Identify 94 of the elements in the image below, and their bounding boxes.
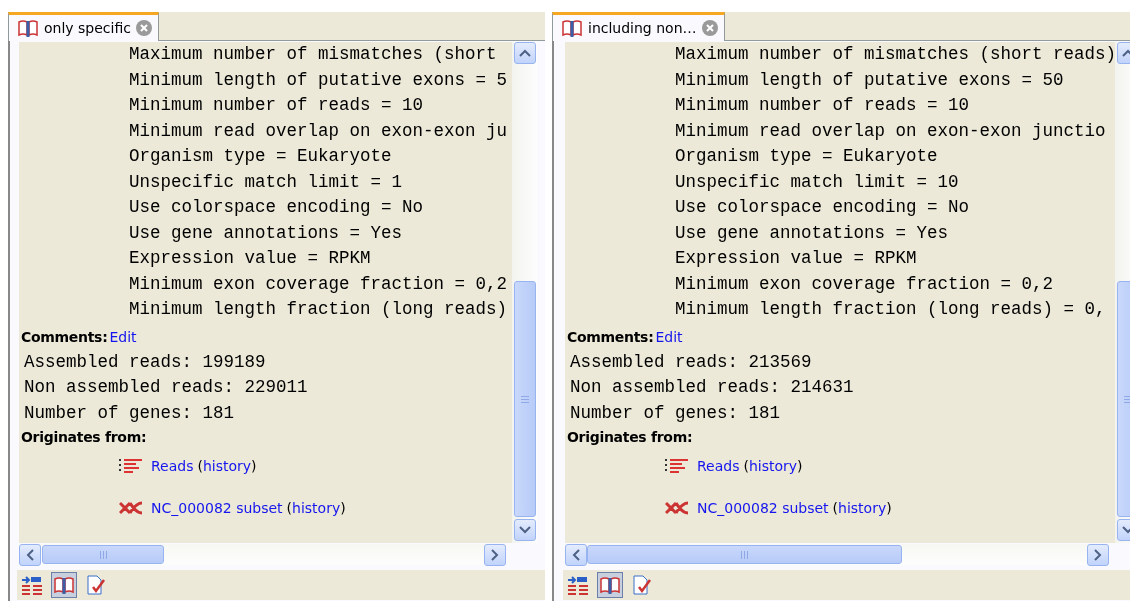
bracket-text: ( xyxy=(197,458,203,474)
edit-link[interactable]: Edit xyxy=(655,328,683,345)
history-link[interactable]: history xyxy=(748,458,798,474)
source-link[interactable]: NC_000082 subset xyxy=(697,500,829,516)
parameter-line: Organism type = Eukaryote xyxy=(675,145,939,168)
bracket-text: ) xyxy=(251,458,257,474)
document-tab[interactable]: including non… xyxy=(552,12,725,41)
crossed-strands-icon xyxy=(665,501,689,515)
scroll-down-button[interactable] xyxy=(513,519,536,541)
parameter-line: Unspecific match limit = 1 xyxy=(129,170,404,194)
statistic-line: Non assembled reads: 214631 xyxy=(570,376,855,399)
history-link[interactable]: history xyxy=(292,500,341,516)
statistic-line: Non assembled reads: 229011 xyxy=(24,376,309,399)
bracket-text: ( xyxy=(743,458,749,474)
list-icon xyxy=(665,458,689,474)
edit-link[interactable]: Edit xyxy=(109,328,137,345)
chevron-right-icon xyxy=(1094,548,1102,561)
scroll-left-button[interactable] xyxy=(19,543,41,566)
toolbar-button[interactable] xyxy=(51,572,77,598)
chevron-down-icon xyxy=(1121,526,1130,534)
scrollbar-thumb[interactable] xyxy=(513,281,536,517)
book-icon xyxy=(599,576,621,594)
book-icon xyxy=(17,19,39,37)
scroll-right-button[interactable] xyxy=(484,543,506,566)
document-tab[interactable]: only specific xyxy=(8,12,159,41)
originates-label: Originates from: xyxy=(21,429,148,445)
document-check-icon xyxy=(632,575,652,595)
tab-label: including non… xyxy=(588,20,697,36)
tab-label: only specific xyxy=(44,20,131,36)
scrollbar-thumb[interactable] xyxy=(42,545,164,564)
grip-icon xyxy=(741,550,748,559)
chevron-right-icon xyxy=(491,548,499,561)
crossed-strands-icon xyxy=(119,501,143,515)
parameter-line: Minimum number of reads = 10 xyxy=(129,94,425,117)
source-link[interactable]: Reads xyxy=(697,458,740,474)
chevron-left-icon xyxy=(26,548,34,561)
chevron-up-icon xyxy=(1121,49,1130,57)
bracket-text: ) xyxy=(886,500,892,516)
horizontal-scrollbar[interactable] xyxy=(19,544,506,565)
statistic-line: Assembled reads: 199189 xyxy=(24,350,267,374)
grip-icon xyxy=(99,550,107,559)
parameter-line: Use colorspace encoding = No xyxy=(675,196,971,219)
close-icon[interactable] xyxy=(701,20,718,36)
book-icon xyxy=(561,19,583,37)
originates-label: Originates from: xyxy=(567,429,694,445)
bracket-text: ) xyxy=(797,458,803,474)
parameter-line: Minimum read overlap on exon-exon junctio xyxy=(675,119,1107,143)
parameter-line: Minimum number of reads = 10 xyxy=(675,94,971,117)
chevron-left-icon xyxy=(572,548,580,561)
tree-structure-icon xyxy=(21,575,43,595)
scrollbar-thumb[interactable] xyxy=(587,545,902,564)
history-link[interactable]: history xyxy=(202,458,252,474)
chevron-down-icon xyxy=(518,526,531,534)
bracket-text: ) xyxy=(340,500,346,516)
history-link[interactable]: history xyxy=(838,500,887,516)
scroll-up-button[interactable] xyxy=(513,42,536,64)
horizontal-scrollbar[interactable] xyxy=(565,544,1109,565)
parameter-line: Unspecific match limit = 10 xyxy=(675,170,960,194)
tree-structure-icon xyxy=(567,575,589,595)
statistic-line: Number of genes: 181 xyxy=(24,401,236,425)
grip-icon xyxy=(520,395,529,403)
parameter-line: Use colorspace encoding = No xyxy=(129,196,425,219)
parameter-line: Minimum length fraction (long reads) = 0, xyxy=(675,298,1107,321)
bracket-text: ( xyxy=(286,500,293,516)
scroll-right-button[interactable] xyxy=(1087,543,1109,566)
parameter-line: Use gene annotations = Yes xyxy=(675,221,950,245)
parameter-line: Use gene annotations = Yes xyxy=(129,221,404,245)
parameter-line: Expression value = RPKM xyxy=(129,247,372,270)
parameter-line: Expression value = RPKM xyxy=(675,247,918,270)
vertical-scrollbar[interactable] xyxy=(512,42,537,543)
source-link[interactable]: Reads xyxy=(151,458,194,474)
source-link[interactable]: NC_000082 subset xyxy=(151,500,283,516)
parameter-line: Minimum length fraction (long reads) xyxy=(129,298,509,321)
parameter-line: Minimum length of putative exons = 5 xyxy=(129,68,509,92)
chevron-up-icon xyxy=(518,49,531,57)
close-icon[interactable] xyxy=(135,20,152,36)
parameter-line: Maximum number of mismatches (short reads) xyxy=(675,43,1115,66)
comments-label: Comments: xyxy=(567,328,654,345)
parameter-line: Minimum length of putative exons = 50 xyxy=(675,68,1065,92)
parameter-line: Maximum number of mismatches (short xyxy=(129,43,498,66)
document-check-icon xyxy=(86,575,106,595)
grip-icon xyxy=(1123,395,1130,403)
parameter-line: Minimum exon coverage fraction = 0,2 xyxy=(129,272,509,296)
scroll-left-button[interactable] xyxy=(565,543,587,566)
parameter-line: Minimum exon coverage fraction = 0,2 xyxy=(675,272,1055,296)
comments-label: Comments: xyxy=(21,328,108,345)
toolbar-button[interactable] xyxy=(597,572,623,598)
statistic-line: Number of genes: 181 xyxy=(570,401,782,425)
statistic-line: Assembled reads: 213569 xyxy=(570,350,813,374)
parameter-line: Minimum read overlap on exon-exon ju xyxy=(129,119,509,143)
book-icon xyxy=(53,576,75,594)
bracket-text: ( xyxy=(832,500,839,516)
parameter-line: Organism type = Eukaryote xyxy=(129,145,393,168)
list-icon xyxy=(119,458,143,474)
